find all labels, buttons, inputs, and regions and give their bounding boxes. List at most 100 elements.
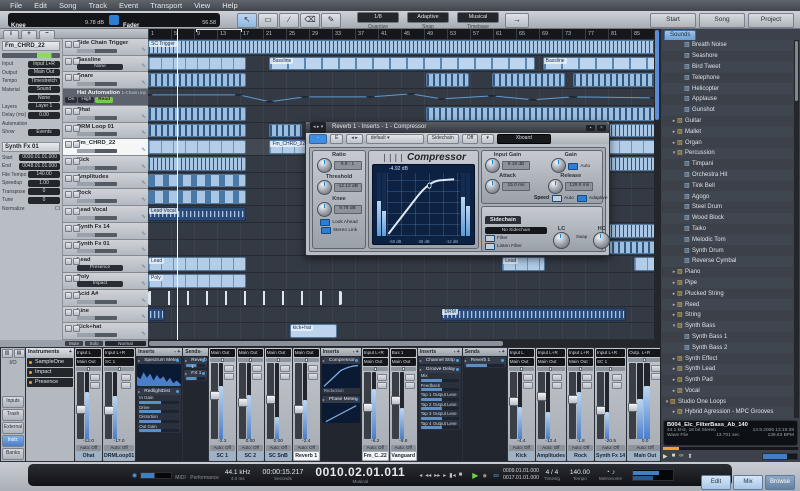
preset-prev-next-icon[interactable]: ◂ ▸ xyxy=(346,134,362,144)
browser-scrollbar[interactable] xyxy=(794,40,799,418)
pan-slider[interactable] xyxy=(596,367,625,371)
pan-slider[interactable] xyxy=(210,358,235,362)
automation-mode[interactable]: Auto: Off xyxy=(568,445,593,451)
clip[interactable] xyxy=(148,57,246,71)
read-button[interactable]: Read xyxy=(95,97,113,103)
clip[interactable] xyxy=(269,124,301,138)
strip-mute-button[interactable] xyxy=(224,365,234,372)
plugin-titlebar[interactable]: ◂ ▸ ▾ Reverb 1 - Inserts - 1 - Compresso… xyxy=(306,122,609,133)
channel-strip-rock[interactable]: Input L+R Main Out -1.8 Auto: Off Rock xyxy=(567,348,594,461)
sidechain-section-title[interactable]: Sidechain xyxy=(485,216,521,224)
send-level[interactable] xyxy=(184,377,206,381)
plugin-edit-icon[interactable]: E xyxy=(330,134,343,144)
mute-button[interactable] xyxy=(65,108,72,115)
channel-strip-main-out[interactable]: Outp. L+R 0.0 Auto: Off Main Out xyxy=(627,348,660,461)
track-preset-badge[interactable]: Presence xyxy=(77,265,123,271)
strip-solo-button[interactable] xyxy=(121,382,131,389)
strip-solo-button[interactable] xyxy=(90,382,100,389)
slider-bar[interactable] xyxy=(466,364,504,367)
speed-auto-toggle[interactable]: Auto xyxy=(552,195,574,202)
inspector-field-value[interactable]: Sound xyxy=(28,86,60,93)
channel-strip-kick[interactable]: Input L Main Out -4.4 Auto: Off Kick xyxy=(508,348,535,461)
track-header-drm-loop-01[interactable]: DRM Loop 01 ∿ xyxy=(63,123,148,140)
slider-bar[interactable] xyxy=(421,398,459,401)
volume-fader[interactable] xyxy=(538,372,545,439)
device-name[interactable]: Reverb 1 xyxy=(184,357,206,364)
inspector-field-value[interactable]: Layer 1 xyxy=(28,103,60,110)
clip[interactable] xyxy=(573,73,656,87)
eraser-tool-icon[interactable]: ⌫ xyxy=(300,13,320,28)
device-slider-tap-1-output-leve[interactable]: Tap 1 Output Leve xyxy=(419,392,461,402)
tree-item-timpani[interactable]: ▥ Timpani xyxy=(662,159,793,170)
mute-button[interactable] xyxy=(65,158,72,165)
tree-item-steel-drum[interactable]: ▥ Steel Drum xyxy=(662,202,793,213)
project-button[interactable]: Project xyxy=(748,13,794,28)
track-header-fm-chrd-22[interactable]: Fm_CHRD_22 ∿ xyxy=(63,139,148,156)
clip[interactable] xyxy=(426,107,656,121)
channel-strip-amplitudes[interactable]: Input L+R Main Out -12.4 Auto: Off Amplitude… xyxy=(536,348,566,461)
play-icon[interactable]: ▶ xyxy=(472,471,478,480)
clip-sc-trigger[interactable]: SC Trigger xyxy=(148,40,656,54)
device-slider-tap-2-output-leve[interactable]: Tap 2 Output Leve xyxy=(419,402,461,412)
preview-loop-icon[interactable]: ∞ xyxy=(679,453,683,459)
swap-button[interactable]: Swap xyxy=(576,226,587,250)
inspector-field-value[interactable]: Timestretch xyxy=(28,78,60,85)
inspector-field-value[interactable]: Main Out xyxy=(28,69,60,76)
tree-item-mallet[interactable]: ▸ ▨ Mallet xyxy=(662,126,793,137)
channel-input-select[interactable]: Bus 1 xyxy=(391,349,416,357)
preview-import-icon[interactable]: ⬆ xyxy=(688,453,693,460)
channel-name[interactable]: SC 2 xyxy=(238,452,263,460)
clip[interactable] xyxy=(148,174,246,188)
clip-lead[interactable]: Lead xyxy=(148,257,246,271)
channel-strip-synth-fx-14[interactable]: Input L+R SC 1 -20.5 Auto: Off Synth Fx 14 xyxy=(595,348,626,461)
channel-output-select[interactable]: Main Out xyxy=(76,358,101,366)
track-header-kick[interactable]: Kick ∿ xyxy=(63,156,148,173)
mute-button[interactable] xyxy=(65,58,72,65)
tree-item-reverse-cymbal[interactable]: ▥ Reverse Cymbal xyxy=(662,256,793,267)
channel-name[interactable]: Ohat xyxy=(76,452,101,460)
channel-name[interactable]: Main Out xyxy=(628,452,660,460)
strip-mute-button[interactable] xyxy=(651,365,660,372)
preset-select[interactable]: default ▾ xyxy=(366,134,424,144)
mute-button[interactable] xyxy=(65,175,72,182)
mute-button[interactable] xyxy=(65,225,72,232)
slider-bar[interactable] xyxy=(421,417,459,420)
volume-fader[interactable] xyxy=(211,363,218,439)
channel-output-select[interactable]: Main Out xyxy=(391,358,416,366)
device-name[interactable]: Spectrum Meter xyxy=(137,357,181,364)
volume-fader[interactable] xyxy=(392,372,399,439)
solo-button[interactable] xyxy=(73,242,80,249)
automation-mode[interactable]: Auto: Off xyxy=(363,445,388,451)
attack-value[interactable]: 15.0 ms xyxy=(502,182,530,191)
channel-output-select[interactable]: Main Out xyxy=(537,358,565,366)
track-header-side-chain-trigger[interactable]: Side Chain Trigger ∿ xyxy=(63,39,148,56)
mute-button[interactable] xyxy=(65,325,72,332)
split-tool-icon[interactable]: ∕ xyxy=(279,13,299,28)
inspector-field-value[interactable]: 140.00 xyxy=(28,171,60,178)
pan-slider[interactable] xyxy=(104,367,134,371)
pan-slider[interactable] xyxy=(537,367,565,371)
tree-item-bird-tweet[interactable]: ▥ Bird Tweet xyxy=(662,62,793,73)
quantize-button[interactable]: 1/8 xyxy=(357,12,399,23)
strip-solo-button[interactable] xyxy=(405,382,415,389)
device-slider-out-gain[interactable]: Out Gain xyxy=(137,424,181,434)
clip[interactable] xyxy=(492,73,565,87)
strip-mute-button[interactable] xyxy=(280,365,290,372)
channel-output-select[interactable]: SC 1 xyxy=(104,358,134,366)
filter-toggle[interactable]: Filter xyxy=(485,235,547,242)
volume-fader[interactable] xyxy=(77,372,84,439)
pan-slider[interactable] xyxy=(509,367,534,371)
channel-output-select[interactable]: Main Out xyxy=(509,358,534,366)
add-instrument-button[interactable]: + xyxy=(69,348,72,357)
gain-knob[interactable] xyxy=(551,158,566,173)
device-name[interactable]: Reverb 1 xyxy=(464,357,506,364)
channel-output-select[interactable]: Main Out xyxy=(266,349,291,357)
slider-bar[interactable] xyxy=(139,410,179,413)
arrange-lane-14[interactable]: Poly xyxy=(148,273,654,290)
channel-output-select[interactable]: Main Out xyxy=(568,358,593,366)
volume-fader[interactable] xyxy=(569,372,576,439)
tree-item-wood-block[interactable]: ▥ Wood Block xyxy=(662,213,793,224)
clip-lead[interactable]: Lead xyxy=(502,257,544,271)
inspector-field-value[interactable]: 0 xyxy=(28,188,60,195)
gain-auto-toggle[interactable]: Auto xyxy=(568,163,590,170)
